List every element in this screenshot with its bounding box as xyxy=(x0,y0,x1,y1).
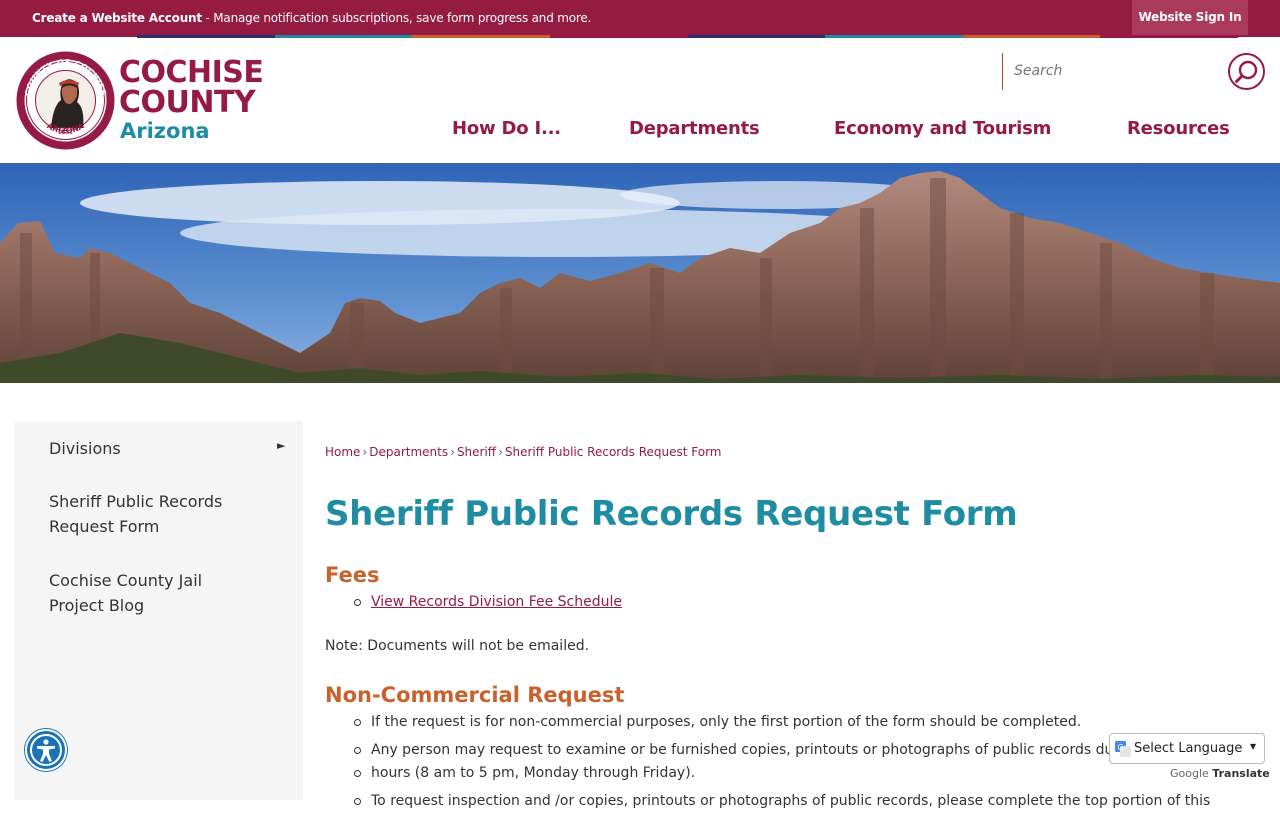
fee-schedule-link[interactable]: View Records Division Fee Schedule xyxy=(371,591,622,614)
language-select-label: Select Language xyxy=(1134,741,1243,756)
site-header: 1881 COUNTY OF COCHISE ARIZONA COCHISE C… xyxy=(0,38,1280,163)
accessibility-icon xyxy=(30,734,62,766)
non-commercial-heading: Non-Commercial Request xyxy=(325,683,625,707)
sidebar-item-jail-project-blog[interactable]: Cochise County Jail Project Blog xyxy=(49,568,202,618)
fees-heading: Fees xyxy=(325,563,380,587)
breadcrumb-sheriff[interactable]: Sheriff xyxy=(457,445,496,459)
nav-resources[interactable]: Resources xyxy=(1127,118,1230,139)
nav-how-do-i[interactable]: How Do I... xyxy=(452,118,561,139)
logo-title-line2[interactable]: COUNTY xyxy=(119,88,256,118)
top-notification-bar: Create a Website Account - Manage notifi… xyxy=(0,0,1280,37)
translate-label: Translate xyxy=(1212,767,1270,780)
accessibility-button[interactable] xyxy=(25,729,67,771)
breadcrumb-home[interactable]: Home xyxy=(325,445,360,459)
breadcrumb-current[interactable]: Sheriff Public Records Request Form xyxy=(505,445,722,459)
create-account-description: - Manage notification subscriptions, sav… xyxy=(201,11,592,25)
breadcrumb-separator: › xyxy=(450,445,455,459)
sidebar-item-label: Request Form xyxy=(49,517,160,536)
list-item-text: Any person may request to examine or be … xyxy=(371,742,1114,758)
note-text: Note: Documents will not be emailed. xyxy=(325,638,590,654)
search-button[interactable] xyxy=(1228,53,1265,90)
search-icon xyxy=(1235,60,1258,83)
sidebar-item-label: Project Blog xyxy=(49,596,145,615)
sidebar-item-divisions[interactable]: Divisions xyxy=(49,436,121,461)
search-input[interactable] xyxy=(1014,59,1214,83)
svg-text:G: G xyxy=(1117,743,1123,752)
breadcrumb: Home › Departments › Sheriff › Sheriff Public … xyxy=(325,445,722,459)
google-translate-credit[interactable]: Google Translate xyxy=(1170,767,1270,780)
breadcrumb-departments[interactable]: Departments xyxy=(369,445,448,459)
search-divider xyxy=(1002,53,1003,90)
chevron-down-icon: ▾ xyxy=(1250,739,1257,753)
sidebar-item-sheriff-public-records-request-form[interactable]: Sheriff Public Records Request Form xyxy=(49,489,222,539)
logo-title-line1[interactable]: COCHISE xyxy=(119,58,264,88)
sidebar-item-label: Sheriff Public Records xyxy=(49,492,223,511)
google-label: Google xyxy=(1170,767,1209,780)
main-navigation: How Do I... Departments Economy and Tour… xyxy=(0,118,1280,144)
nav-departments[interactable]: Departments xyxy=(629,118,760,139)
list-item-text: To request inspection and /or copies, pr… xyxy=(371,793,1211,809)
breadcrumb-separator: › xyxy=(362,445,368,459)
page-title: Sheriff Public Records Request Form xyxy=(325,494,1018,534)
nav-economy-and-tourism[interactable]: Economy and Tourism xyxy=(834,118,1051,139)
language-select[interactable]: G Select Language ▾ xyxy=(1109,733,1265,764)
hero-banner-image xyxy=(0,163,1280,383)
list-item-text: If the request is for non-commercial pur… xyxy=(371,714,1082,730)
create-account-link[interactable]: Create a Website Account xyxy=(32,11,202,25)
google-translate-icon: G xyxy=(1115,741,1131,757)
breadcrumb-separator: › xyxy=(498,445,503,459)
submenu-arrow-icon[interactable]: ► xyxy=(277,439,285,452)
create-account-message[interactable]: Create a Website Account - Manage notifi… xyxy=(32,11,591,25)
website-sign-in-button[interactable]: Website Sign In xyxy=(1132,0,1248,35)
sidebar-item-label: Cochise County Jail xyxy=(49,571,203,590)
search-bar xyxy=(1002,53,1265,90)
list-item-text: hours (8 am to 5 pm, Monday through Frid… xyxy=(371,765,696,781)
